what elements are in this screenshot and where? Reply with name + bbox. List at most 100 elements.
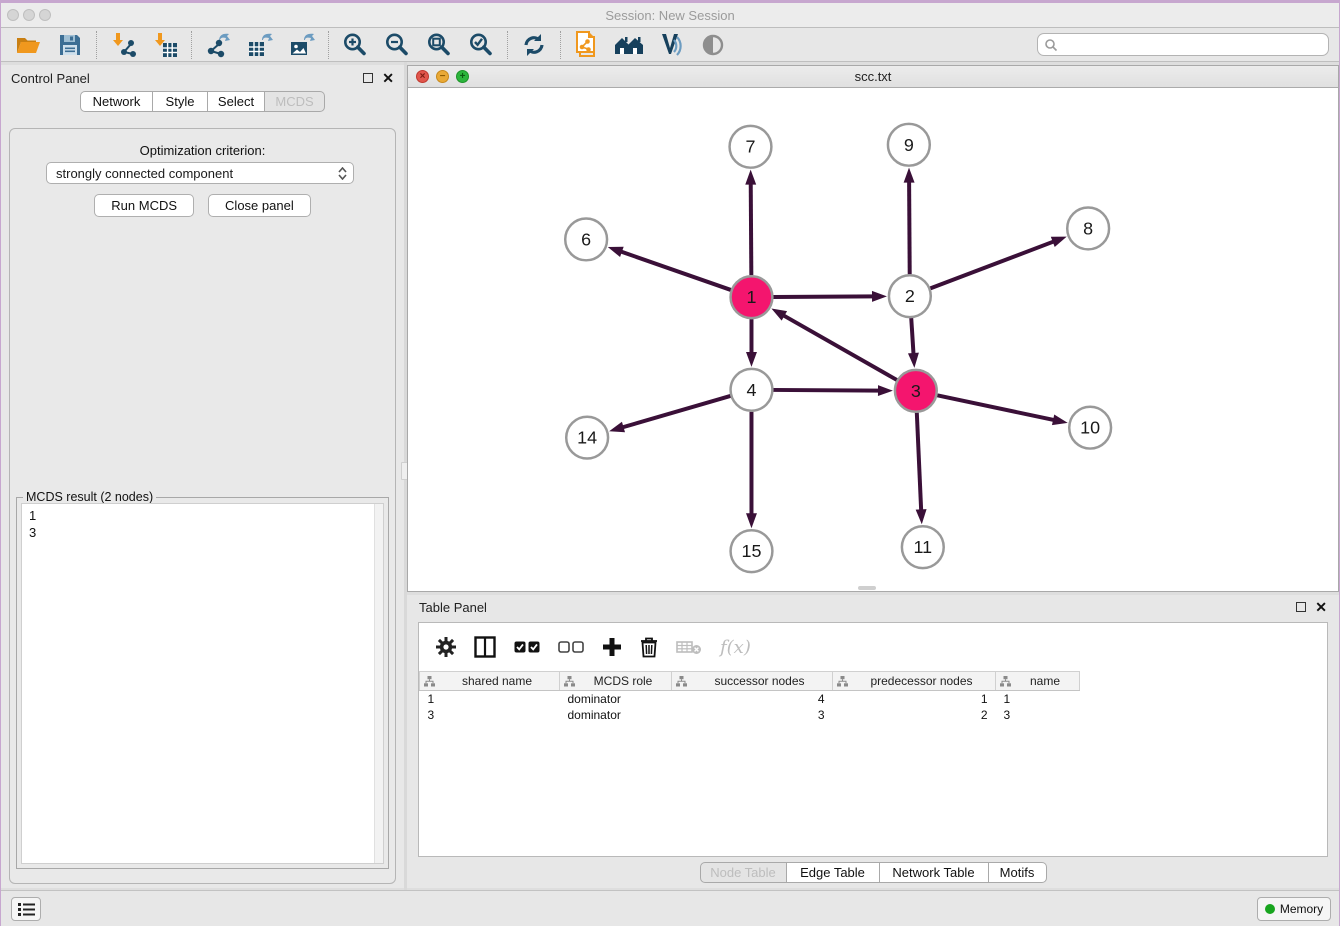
network-window-titlebar[interactable]: scc.txt × − + [408, 66, 1338, 88]
mcds-result-list[interactable]: 13 [21, 503, 384, 864]
float-table-panel-icon[interactable] [1296, 602, 1306, 612]
search-field[interactable] [1037, 33, 1329, 56]
import-network-icon [110, 32, 136, 58]
open-session-button[interactable] [7, 30, 49, 60]
result-scrollbar[interactable] [374, 504, 383, 863]
table-cell[interactable]: 3 [420, 707, 560, 723]
node-table[interactable]: shared nameMCDS role successor nodes prede… [419, 671, 1080, 723]
show-column-button[interactable] [474, 636, 496, 658]
zoom-out-button[interactable] [376, 30, 418, 60]
export-image-button[interactable] [281, 30, 323, 60]
tab-edge-table[interactable]: Edge Table [787, 862, 880, 883]
eye-icon [699, 34, 727, 56]
column-header-4[interactable]: name [996, 672, 1080, 691]
criterion-select[interactable]: strongly connected component [46, 162, 354, 184]
column-header-2[interactable]: successor nodes [672, 672, 833, 691]
export-table-button[interactable] [239, 30, 281, 60]
table-cell[interactable]: 1 [833, 691, 996, 707]
table-cell[interactable]: 3 [996, 707, 1080, 723]
edge-2-9[interactable] [909, 180, 910, 275]
tab-node-table[interactable]: Node Table [700, 862, 787, 883]
mcds-result-title: MCDS result (2 nodes) [23, 490, 156, 504]
import-network-button[interactable] [102, 30, 144, 60]
task-history-button[interactable] [11, 897, 41, 921]
run-mcds-button[interactable]: Run MCDS [94, 194, 194, 217]
control-panel-tabs: Network Style Select MCDS [1, 91, 404, 112]
tab-network[interactable]: Network [80, 91, 153, 112]
window-title: Session: New Session [1, 8, 1339, 23]
table-toolbar: f(x) [419, 623, 1327, 671]
column-tree-icon [1000, 676, 1011, 687]
close-table-panel-icon[interactable]: ✕ [1315, 602, 1327, 612]
edge-3-10[interactable] [937, 395, 1056, 420]
columns-icon [474, 636, 496, 658]
table-row[interactable]: 1dominator411 [420, 691, 1080, 707]
table-cell[interactable]: 2 [833, 707, 996, 723]
network-window-title: scc.txt [408, 69, 1338, 84]
table-cell[interactable]: 1 [996, 691, 1080, 707]
memory-button[interactable]: Memory [1257, 897, 1331, 921]
plus-icon [602, 637, 622, 657]
refresh-view-button[interactable] [513, 30, 555, 60]
edge-4-3[interactable] [773, 390, 881, 391]
search-icon [1044, 38, 1058, 52]
delete-table-button[interactable] [676, 639, 702, 655]
zoom-selected-button[interactable] [460, 30, 502, 60]
toolbar-separator [560, 31, 561, 59]
tab-select[interactable]: Select [208, 91, 265, 112]
edge-3-11[interactable] [917, 413, 921, 513]
function-builder-button[interactable]: f(x) [720, 637, 751, 658]
tab-style[interactable]: Style [153, 91, 208, 112]
import-table-button[interactable] [144, 30, 186, 60]
edge-1-2[interactable] [773, 296, 875, 297]
network-maximize-icon[interactable]: + [456, 70, 469, 83]
export-network-button[interactable] [197, 30, 239, 60]
node-table-body: 1dominator4113dominator323 [420, 691, 1080, 723]
zoom-in-button[interactable] [334, 30, 376, 60]
clone-network-button[interactable] [566, 30, 608, 60]
table-cell[interactable]: 1 [420, 691, 560, 707]
tab-mcds[interactable]: MCDS [265, 91, 325, 112]
close-panel-button[interactable]: Close panel [208, 194, 311, 217]
edge-3-1[interactable] [782, 314, 897, 380]
edge-1-6[interactable] [619, 251, 731, 290]
gear-icon [436, 637, 456, 657]
table-mode-button[interactable] [436, 637, 456, 657]
float-panel-icon[interactable] [363, 73, 373, 83]
save-session-button[interactable] [49, 30, 91, 60]
table-cell[interactable]: 3 [672, 707, 833, 723]
delete-columns-button[interactable] [640, 637, 658, 658]
toolbar-separator [507, 31, 508, 59]
table-cell[interactable]: dominator [560, 707, 672, 723]
titlebar[interactable]: Session: New Session [1, 3, 1339, 28]
table-row[interactable]: 3dominator323 [420, 707, 1080, 723]
tab-network-table[interactable]: Network Table [880, 862, 989, 883]
apply-style-button[interactable] [650, 30, 692, 60]
select-all-button[interactable] [514, 641, 540, 654]
canvas-resize-handle[interactable] [858, 586, 876, 590]
network-minimize-icon[interactable]: − [436, 70, 449, 83]
zoom-fit-button[interactable] [418, 30, 460, 60]
show-graphics-details-button[interactable] [692, 30, 734, 60]
edge-2-8[interactable] [930, 241, 1055, 289]
select-stepper-icon [338, 167, 347, 180]
close-panel-icon[interactable]: ✕ [382, 73, 394, 83]
home-button[interactable] [608, 30, 650, 60]
unselect-all-button[interactable] [558, 641, 584, 654]
edge-4-14[interactable] [621, 396, 731, 428]
column-tree-icon [564, 676, 575, 687]
search-input[interactable] [1058, 35, 1328, 54]
table-cell[interactable]: dominator [560, 691, 672, 707]
column-header-3[interactable]: predecessor nodes [833, 672, 996, 691]
add-column-button[interactable] [602, 637, 622, 657]
edge-arrow-1-2 [872, 291, 887, 302]
column-header-0[interactable]: shared name [420, 672, 560, 691]
column-header-1[interactable]: MCDS role [560, 672, 672, 691]
tab-motifs[interactable]: Motifs [989, 862, 1047, 883]
network-close-icon[interactable]: × [416, 70, 429, 83]
edge-1-7[interactable] [751, 182, 752, 276]
network-canvas[interactable]: 1234678910111415 [408, 88, 1338, 591]
edge-2-3[interactable] [911, 318, 913, 356]
table-cell[interactable]: 4 [672, 691, 833, 707]
column-label: successor nodes [691, 674, 828, 688]
